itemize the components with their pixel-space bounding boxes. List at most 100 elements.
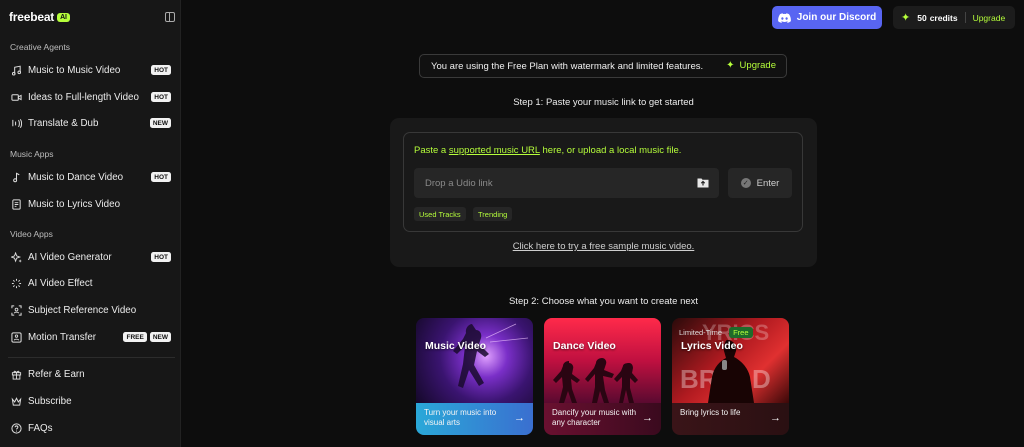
sidebar-divider (8, 357, 175, 358)
question-icon (11, 422, 22, 434)
dancers-silhouette-image (553, 358, 638, 403)
sidebar-item-label: AI Video Generator (28, 251, 112, 263)
gift-icon (11, 369, 22, 380)
sidebar-item-label: AI Video Effect (28, 277, 93, 289)
sidebar-item-label: Refer & Earn (28, 368, 85, 380)
sidebar: freebeat AI Creative Agents Music to Mus… (0, 0, 181, 447)
card-footer: Bring lyrics to life → (672, 403, 789, 435)
sidebar-item-label: Subscribe (28, 395, 72, 407)
card-description: Dancify your music with any character (552, 408, 637, 427)
enter-label: Enter (756, 177, 780, 189)
sidebar-item-label: Ideas to Full-length Video (28, 91, 139, 103)
logo-row: freebeat AI (9, 9, 175, 25)
sidebar-collapse-icon[interactable] (165, 12, 175, 22)
music-note-icon (11, 65, 22, 76)
sidebar-item-ai-video-effect[interactable]: AI Video Effect (4, 272, 174, 294)
banner-text: You are using the Free Plan with waterma… (431, 60, 704, 72)
hot-tag: HOT (151, 172, 171, 182)
sidebar-item-label: Music to Lyrics Video (28, 198, 121, 210)
sparkle-icon (11, 251, 22, 263)
banner-upgrade-label: Upgrade (739, 60, 776, 71)
music-note-single-icon (11, 172, 22, 183)
card-title: Music Video (425, 340, 487, 352)
sidebar-item-music-to-lyrics-video[interactable]: Music to Lyrics Video (4, 193, 174, 215)
arrow-right-icon: → (770, 412, 781, 424)
new-tag: NEW (149, 332, 171, 342)
sidebar-item-motion-transfer[interactable]: Motion Transfer FREE NEW (4, 326, 174, 348)
music-video-thumbnail (416, 318, 533, 403)
free-tag: FREE (123, 332, 147, 342)
sparkle-icon: ✦ (726, 60, 735, 71)
chip-trending[interactable]: Trending (473, 207, 513, 221)
card-lyrics-video[interactable]: YRICS BR D Limited-Time Free Lyrics Vide… (672, 318, 789, 435)
paste-prefix: Paste a (414, 145, 449, 156)
sample-video-link[interactable]: Click here to try a free sample music vi… (390, 241, 817, 252)
chip-used-tracks[interactable]: Used Tracks (414, 207, 466, 221)
motion-person-icon (11, 331, 22, 343)
sidebar-item-subscribe[interactable]: Subscribe (4, 390, 174, 412)
card-description: Bring lyrics to life (680, 408, 741, 417)
paste-instructions: Paste a supported music URL here, or upl… (414, 145, 681, 156)
sidebar-item-faqs[interactable]: FAQs (4, 417, 174, 439)
card-title: Dance Video (553, 340, 616, 352)
sidebar-item-label: Music to Music Video (28, 64, 121, 76)
join-discord-button[interactable]: Join our Discord (772, 6, 882, 29)
credits-word: credits (929, 12, 958, 23)
sparkle-icon: ✦ (901, 12, 911, 24)
credits-count: 50 (917, 12, 927, 23)
svg-text:D: D (752, 364, 771, 394)
music-link-input[interactable] (414, 168, 719, 198)
arrow-right-icon: → (514, 412, 525, 424)
sidebar-item-subject-reference-video[interactable]: Subject Reference Video (4, 299, 174, 321)
limited-time-label: Limited-Time (679, 328, 723, 337)
free-plan-banner: You are using the Free Plan with waterma… (419, 54, 787, 78)
hot-tag: HOT (151, 65, 171, 75)
magic-icon (11, 278, 22, 289)
crown-icon (11, 396, 22, 407)
sidebar-item-translate-dub[interactable]: Translate & Dub NEW (4, 112, 174, 134)
lyrics-doc-icon (11, 198, 22, 210)
voice-translate-icon (11, 118, 22, 129)
section-label-video-apps: Video Apps (10, 229, 53, 239)
sidebar-item-ideas-to-full-length-video[interactable]: Ideas to Full-length Video HOT (4, 86, 174, 108)
hot-tag: HOT (151, 252, 171, 262)
check-circle-icon: ✓ (740, 178, 751, 188)
limited-time-badge: Limited-Time Free (679, 327, 753, 338)
sidebar-item-label: Motion Transfer (28, 331, 97, 343)
supported-url-link[interactable]: supported music URL (449, 145, 540, 156)
free-tag: Free (729, 327, 753, 338)
discord-label: Join our Discord (796, 12, 877, 23)
card-title: Lyrics Video (681, 340, 743, 352)
subject-frame-icon (11, 304, 22, 316)
new-tag: NEW (149, 118, 171, 128)
sidebar-item-label: Subject Reference Video (28, 304, 137, 316)
card-music-video[interactable]: Music Video Turn your music into visual … (416, 318, 533, 435)
dancer-silhouette-image (453, 323, 529, 388)
brand-name: freebeat (9, 10, 55, 24)
header-upgrade-link[interactable]: Upgrade (973, 13, 1006, 23)
enter-button[interactable]: ✓ Enter (728, 168, 792, 198)
sidebar-item-ai-video-generator[interactable]: AI Video Generator HOT (4, 246, 174, 268)
arrow-right-icon: → (642, 412, 653, 424)
sidebar-item-label: Translate & Dub (28, 117, 99, 129)
section-label-music-apps: Music Apps (10, 149, 54, 159)
section-label-creative-agents: Creative Agents (10, 42, 71, 52)
discord-icon (777, 12, 791, 23)
credits-separator (964, 12, 966, 23)
sidebar-item-refer-earn[interactable]: Refer & Earn (4, 363, 174, 385)
credits-box: ✦ 50 credits Upgrade (893, 6, 1015, 29)
sidebar-item-music-to-music-video[interactable]: Music to Music Video HOT (4, 59, 174, 81)
step1-title: Step 1: Paste your music link to get sta… (513, 97, 694, 108)
card-footer: Turn your music into visual arts → (416, 403, 533, 435)
dance-video-thumbnail (544, 318, 661, 403)
sidebar-item-label: Music to Dance Video (28, 171, 124, 183)
sidebar-item-music-to-dance-video[interactable]: Music to Dance Video HOT (4, 166, 174, 188)
brand-logo[interactable]: freebeat AI (9, 10, 70, 24)
upload-folder-icon[interactable] (697, 177, 709, 188)
paste-suffix: here, or upload a local music file. (539, 145, 682, 156)
card-dance-video[interactable]: Dance Video Dancify your music with any … (544, 318, 661, 435)
banner-upgrade-link[interactable]: ✦ Upgrade (726, 60, 776, 71)
brand-ai-badge: AI (57, 12, 70, 22)
video-camera-icon (11, 92, 22, 103)
step2-title: Step 2: Choose what you want to create n… (508, 296, 699, 307)
